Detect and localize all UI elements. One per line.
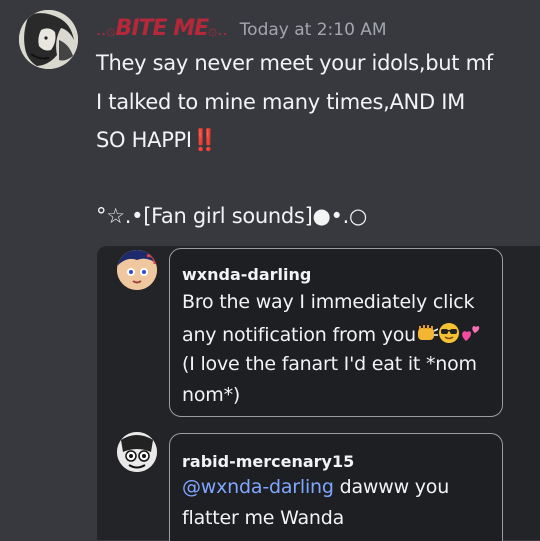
punch-emoji bbox=[416, 323, 439, 348]
message-line-2: I talked to mine many times,AND IM bbox=[96, 90, 465, 114]
avatar[interactable] bbox=[117, 250, 157, 290]
reply-bubble: wxnda-darling Bro the way I immediately … bbox=[169, 248, 503, 417]
reply-line-2-text: any notification from you bbox=[182, 324, 417, 346]
avatar-image bbox=[117, 250, 157, 290]
username-suffix: ۞.. bbox=[208, 20, 229, 39]
reply-username[interactable]: rabid-mercenary15 bbox=[182, 452, 354, 471]
avatar-image bbox=[117, 432, 157, 472]
reply-line-3: (I love the fanart I'd eat it *nom bbox=[182, 353, 477, 375]
message-line-3: SO HAPPI‼️ bbox=[96, 128, 218, 153]
double-exclamation-emoji: ‼️ bbox=[191, 128, 218, 152]
message-line-1: They say never meet your idols,but mf bbox=[96, 51, 493, 75]
sunglasses-emoji bbox=[438, 322, 460, 349]
reply-line-1-text: dawww you bbox=[333, 476, 450, 498]
avatar[interactable] bbox=[117, 432, 157, 472]
reply-bubble: rabid-mercenary15 @wxnda-darling dawww y… bbox=[169, 433, 503, 541]
username-prefix: ..۞ bbox=[96, 20, 117, 39]
avatar-image bbox=[19, 10, 78, 69]
avatar[interactable] bbox=[19, 10, 78, 69]
message-header: ..۞BITE ME۞.. Today at 2:10 AM bbox=[96, 16, 387, 46]
timestamp: Today at 2:10 AM bbox=[239, 20, 387, 40]
reply-line-1: @wxnda-darling dawww you bbox=[182, 476, 449, 498]
message-line-3-text: SO HAPPI bbox=[96, 128, 192, 152]
embedded-replies: wxnda-darling Bro the way I immediately … bbox=[97, 246, 540, 541]
reply-line-1: Bro the way I immediately click bbox=[182, 291, 475, 313]
reply-username[interactable]: wxnda-darling bbox=[182, 265, 311, 284]
reply-line-4: nom*) bbox=[182, 384, 241, 406]
message-line-sounds: °☆.•[Fan girl sounds]●•.○ bbox=[96, 204, 367, 228]
two-hearts-emoji bbox=[460, 322, 482, 349]
reply-line-2: any notification from you bbox=[182, 322, 482, 349]
reply-line-2: flatter me Wanda bbox=[182, 507, 345, 529]
username-text: BITE ME bbox=[115, 16, 210, 41]
user-mention[interactable]: @wxnda-darling bbox=[182, 476, 334, 498]
username[interactable]: ..۞BITE ME۞.. bbox=[96, 16, 229, 41]
